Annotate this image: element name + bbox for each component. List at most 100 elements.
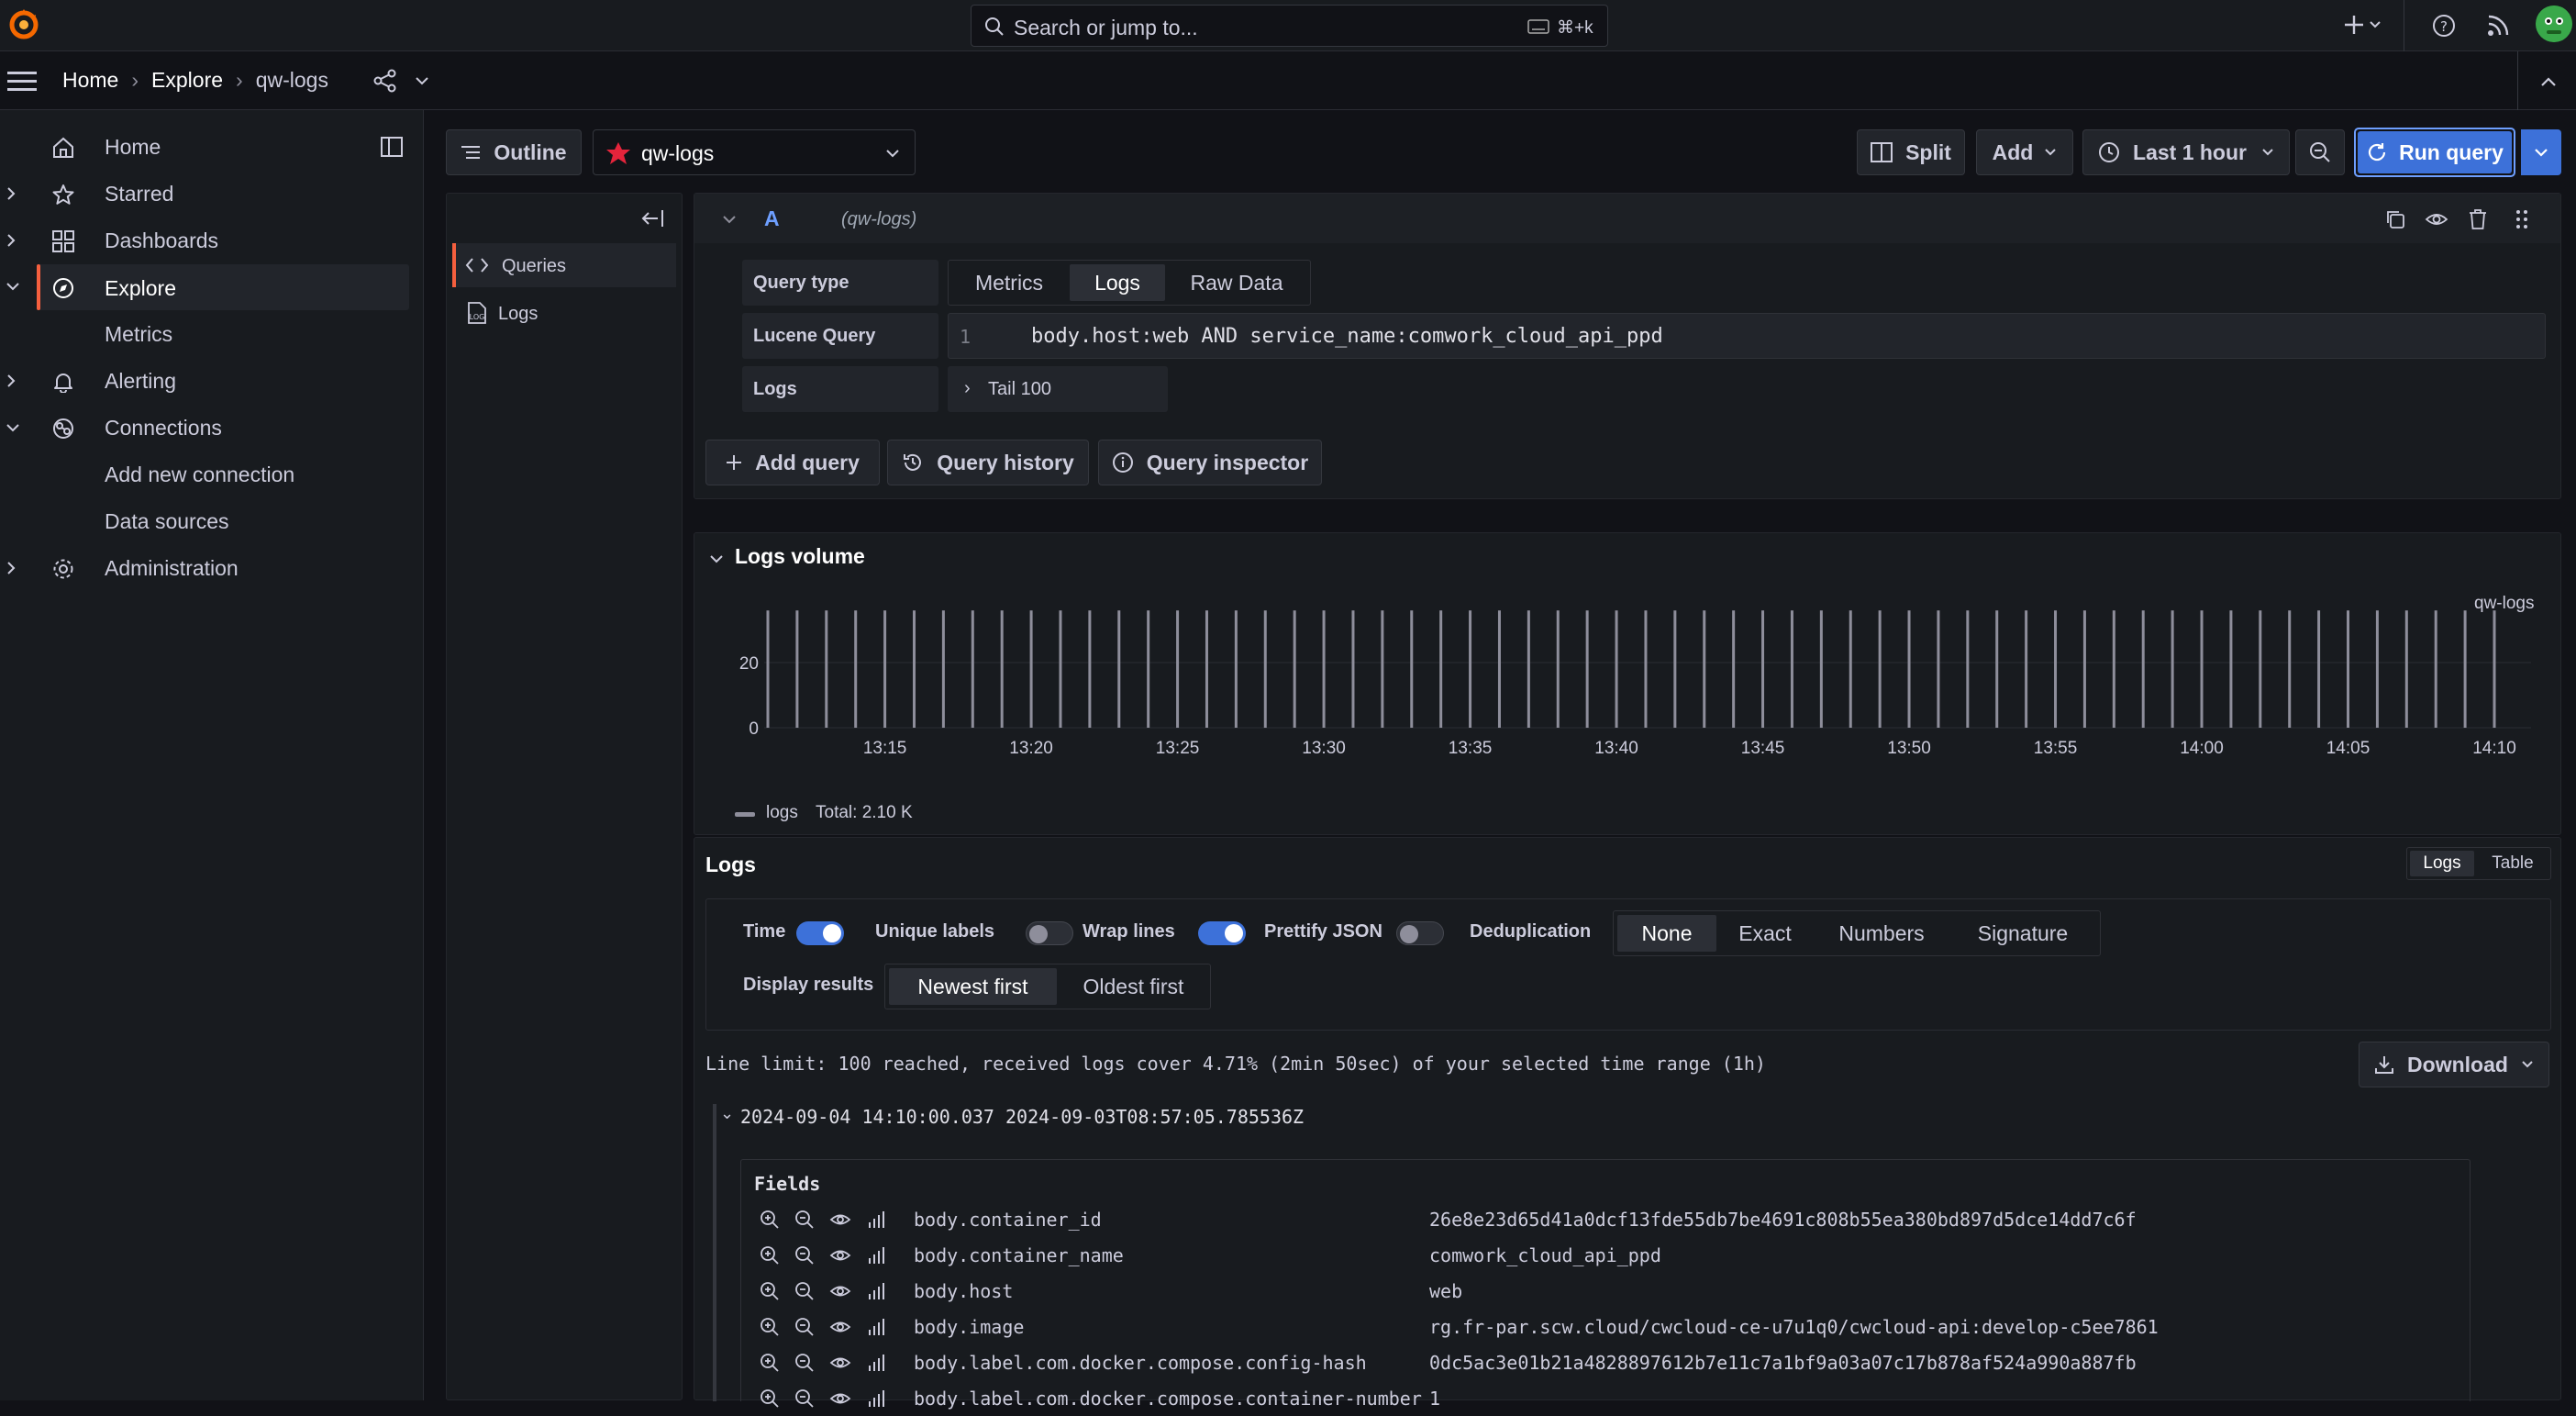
zoom-in-icon[interactable] <box>760 1317 780 1337</box>
zoom-out-icon[interactable] <box>794 1245 815 1265</box>
search-bar[interactable]: Search or jump to... ⌘+k <box>971 5 1608 47</box>
help-icon[interactable]: ? <box>2431 13 2457 39</box>
zoom-out-icon[interactable] <box>794 1388 815 1409</box>
tail-options-toggle[interactable]: › Tail 100 <box>948 366 1168 412</box>
line-limit-info: Line limit: 100 reached, received logs c… <box>705 1053 1766 1075</box>
chevron-down-icon[interactable] <box>722 214 737 225</box>
chevron-right-icon[interactable] <box>6 374 17 388</box>
trash-icon[interactable] <box>2467 207 2489 231</box>
lucene-query-input[interactable]: 1 body.host:web AND service_name:comwork… <box>948 313 2546 359</box>
zoom-in-icon[interactable] <box>760 1210 780 1230</box>
chevron-right-icon[interactable] <box>6 186 17 201</box>
eye-icon[interactable] <box>829 1210 851 1230</box>
zoom-out-icon[interactable] <box>794 1281 815 1301</box>
unique-labels-toggle[interactable] <box>1026 921 1073 945</box>
stats-icon[interactable] <box>866 1353 886 1373</box>
sidebar-item-connections[interactable]: Connections <box>0 405 413 451</box>
prettify-json-toggle[interactable] <box>1396 921 1444 945</box>
svg-text:LOG: LOG <box>470 313 485 321</box>
time-toggle[interactable] <box>796 921 844 945</box>
query-inspector-button[interactable]: Query inspector <box>1098 440 1322 485</box>
sidebar-item-label: Explore <box>105 276 176 300</box>
view-logs[interactable]: Logs <box>2410 851 2474 876</box>
stats-icon[interactable] <box>866 1245 886 1265</box>
zoom-out-icon[interactable] <box>794 1353 815 1373</box>
query-history-button[interactable]: Query history <box>887 440 1089 485</box>
dedup-exact[interactable]: Exact <box>1716 911 1814 955</box>
collapse-outline-icon[interactable] <box>639 208 665 229</box>
chevron-up-icon[interactable] <box>2539 75 2558 88</box>
sidebar-item-administration[interactable]: Administration <box>0 545 413 591</box>
dedup-numbers[interactable]: Numbers <box>1814 911 1949 955</box>
chevron-right-icon[interactable] <box>6 561 17 575</box>
sidebar-item-data-sources[interactable]: Data sources <box>0 498 413 544</box>
outline-item-queries[interactable]: Queries <box>452 243 676 287</box>
order-newest-first[interactable]: Newest first <box>889 968 1057 1005</box>
plus-icon[interactable] <box>2343 13 2383 37</box>
query-type-raw-data[interactable]: Raw Data <box>1165 261 1308 305</box>
legend-label[interactable]: logs <box>766 803 798 823</box>
sidebar-item-starred[interactable]: Starred <box>0 171 413 217</box>
eye-icon[interactable] <box>829 1353 851 1373</box>
share-icon[interactable] <box>372 68 398 94</box>
zoom-in-icon[interactable] <box>760 1388 780 1409</box>
sidebar-item-explore[interactable]: Explore <box>37 264 409 310</box>
download-button[interactable]: Download <box>2359 1042 2549 1087</box>
chevron-down-icon[interactable] <box>6 281 20 292</box>
eye-icon[interactable] <box>829 1245 851 1265</box>
zoom-out-icon[interactable] <box>794 1210 815 1230</box>
breadcrumb-home[interactable]: Home <box>62 68 118 93</box>
query-type-logs[interactable]: Logs <box>1070 264 1165 301</box>
wrap-lines-toggle[interactable] <box>1198 921 1246 945</box>
zoom-in-icon[interactable] <box>760 1245 780 1265</box>
stats-icon[interactable] <box>866 1317 886 1337</box>
stats-icon[interactable] <box>866 1210 886 1230</box>
x-tick-label: 13:40 <box>1594 739 1638 758</box>
zoom-in-icon[interactable] <box>760 1353 780 1373</box>
chevron-right-icon[interactable] <box>6 233 17 248</box>
query-type-selector: Metrics Logs Raw Data <box>948 260 1311 306</box>
drag-handle-icon[interactable] <box>2515 207 2529 231</box>
menu-icon[interactable] <box>7 70 37 92</box>
datasource-picker[interactable]: qw-logs <box>593 129 916 175</box>
split-button[interactable]: Split <box>1857 129 1965 175</box>
eye-icon[interactable] <box>829 1281 851 1301</box>
sidebar-item-metrics[interactable]: Metrics <box>0 311 413 357</box>
query-ref-id[interactable]: A <box>764 206 780 231</box>
chevron-down-icon[interactable] <box>6 422 20 433</box>
run-query-button[interactable]: Run query <box>2358 131 2512 173</box>
dedup-none[interactable]: None <box>1617 915 1716 952</box>
sidebar-item-dashboards[interactable]: Dashboards <box>0 217 413 263</box>
time-range-picker[interactable]: Last 1 hour <box>2082 129 2290 175</box>
eye-icon[interactable] <box>829 1388 851 1409</box>
zoom-in-icon[interactable] <box>760 1281 780 1301</box>
stats-icon[interactable] <box>866 1281 886 1301</box>
volume-bar <box>854 610 858 728</box>
add-button[interactable]: Add <box>1976 129 2073 175</box>
sidebar-item-alerting[interactable]: Alerting <box>0 358 413 404</box>
sidebar-item-home[interactable]: Home <box>0 124 413 170</box>
dedup-signature[interactable]: Signature <box>1949 911 2096 955</box>
chevron-down-icon[interactable] <box>709 553 724 564</box>
zoom-out-button[interactable] <box>2295 129 2345 175</box>
duplicate-icon[interactable] <box>2384 208 2406 230</box>
eye-icon[interactable] <box>829 1317 851 1337</box>
eye-icon[interactable] <box>2425 208 2448 230</box>
stats-icon[interactable] <box>866 1388 886 1409</box>
grafana-logo-icon[interactable] <box>6 6 42 42</box>
outline-button[interactable]: Outline <box>446 129 582 175</box>
avatar[interactable] <box>2536 6 2572 42</box>
chevron-down-icon[interactable]: ⌄ <box>720 1104 734 1123</box>
breadcrumb-explore[interactable]: Explore <box>151 68 223 93</box>
add-query-button[interactable]: Add query <box>705 440 880 485</box>
rss-icon[interactable] <box>2486 14 2510 38</box>
query-type-metrics[interactable]: Metrics <box>949 261 1070 305</box>
view-table[interactable]: Table <box>2477 848 2548 879</box>
zoom-out-icon[interactable] <box>794 1317 815 1337</box>
run-query-dropdown[interactable] <box>2521 129 2561 175</box>
chevron-down-icon[interactable] <box>415 75 429 86</box>
outline-item-logs[interactable]: LOG Logs <box>452 291 676 335</box>
sidebar-item-add-new-connection[interactable]: Add new connection <box>0 452 413 497</box>
order-oldest-first[interactable]: Oldest first <box>1057 964 1210 1009</box>
dock-menu-icon[interactable] <box>380 136 404 158</box>
